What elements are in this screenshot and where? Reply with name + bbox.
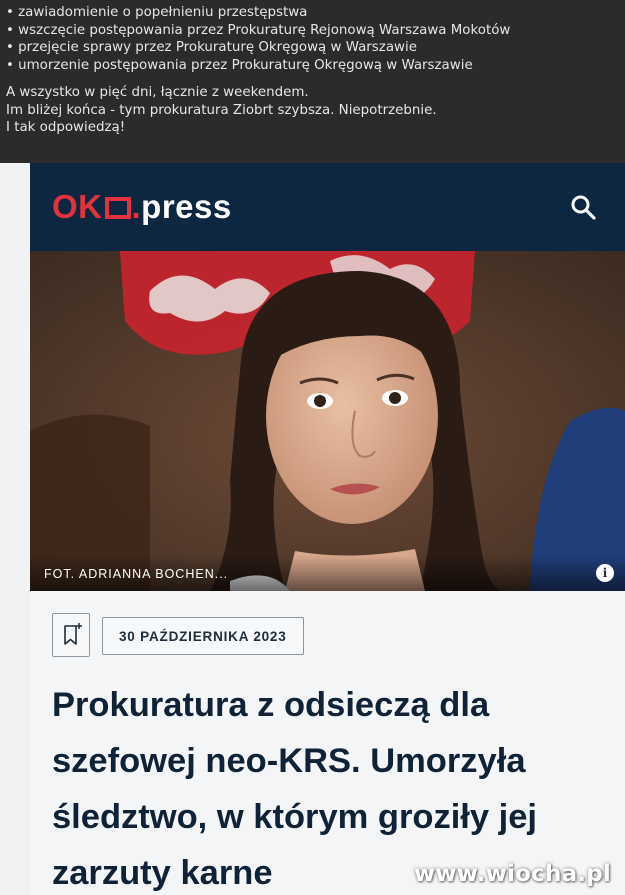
- headline-line: śledztwo, w którym groziły jej: [52, 798, 538, 836]
- search-icon[interactable]: [569, 193, 597, 221]
- comment-bullet: zawiadomienie o popełnieniu przestępstwa: [6, 4, 619, 22]
- headline-line: Prokuratura z odsieczą dla: [52, 686, 490, 724]
- info-icon[interactable]: i: [596, 564, 614, 582]
- logo-ok: OK: [52, 188, 103, 225]
- photo-credit: FOT. ADRIANNA BOCHEN...: [30, 555, 625, 591]
- comment-paragraph: A wszystko w pięć dni, łącznie z weekend…: [6, 84, 619, 137]
- portrait-image: [30, 251, 625, 591]
- comment-bullet: wszczęcie postępowania przez Prokuraturę…: [6, 22, 619, 40]
- article-photo: FOT. ADRIANNA BOCHEN... i: [30, 251, 625, 591]
- site-watermark: www.wiocha.pl: [413, 861, 611, 887]
- article-screenshot: OK. press FOT. ADRIANNA BOCHEN... i 30 P…: [30, 163, 625, 895]
- bookmark-add-icon[interactable]: [52, 613, 90, 657]
- comment-text-block: zawiadomienie o popełnieniu przestępstwa…: [0, 0, 625, 163]
- okopress-logo[interactable]: OK. press: [52, 187, 232, 227]
- logo-box-mark: [104, 197, 131, 219]
- comment-line: Im bliżej końca - tym prokuratura Ziobrt…: [6, 102, 437, 118]
- logo-dot: .: [131, 188, 142, 225]
- site-header: OK. press: [30, 163, 625, 251]
- comment-bullet-list: zawiadomienie o popełnieniu przestępstwa…: [6, 4, 619, 74]
- comment-line: I tak odpowiedzą!: [6, 120, 126, 135]
- comment-bullet: przejęcie sprawy przez Prokuraturę Okręg…: [6, 39, 619, 57]
- headline-line: szefowej neo-KRS. Umorzyła: [52, 742, 526, 780]
- comment-line: A wszystko w pięć dni, łącznie z weekend…: [6, 85, 309, 100]
- comment-bullet: umorzenie postępowania przez Prokuraturę…: [6, 57, 619, 75]
- date-badge: 30 PAŹDZIERNIKA 2023: [102, 617, 304, 655]
- logo-press: press: [141, 188, 232, 225]
